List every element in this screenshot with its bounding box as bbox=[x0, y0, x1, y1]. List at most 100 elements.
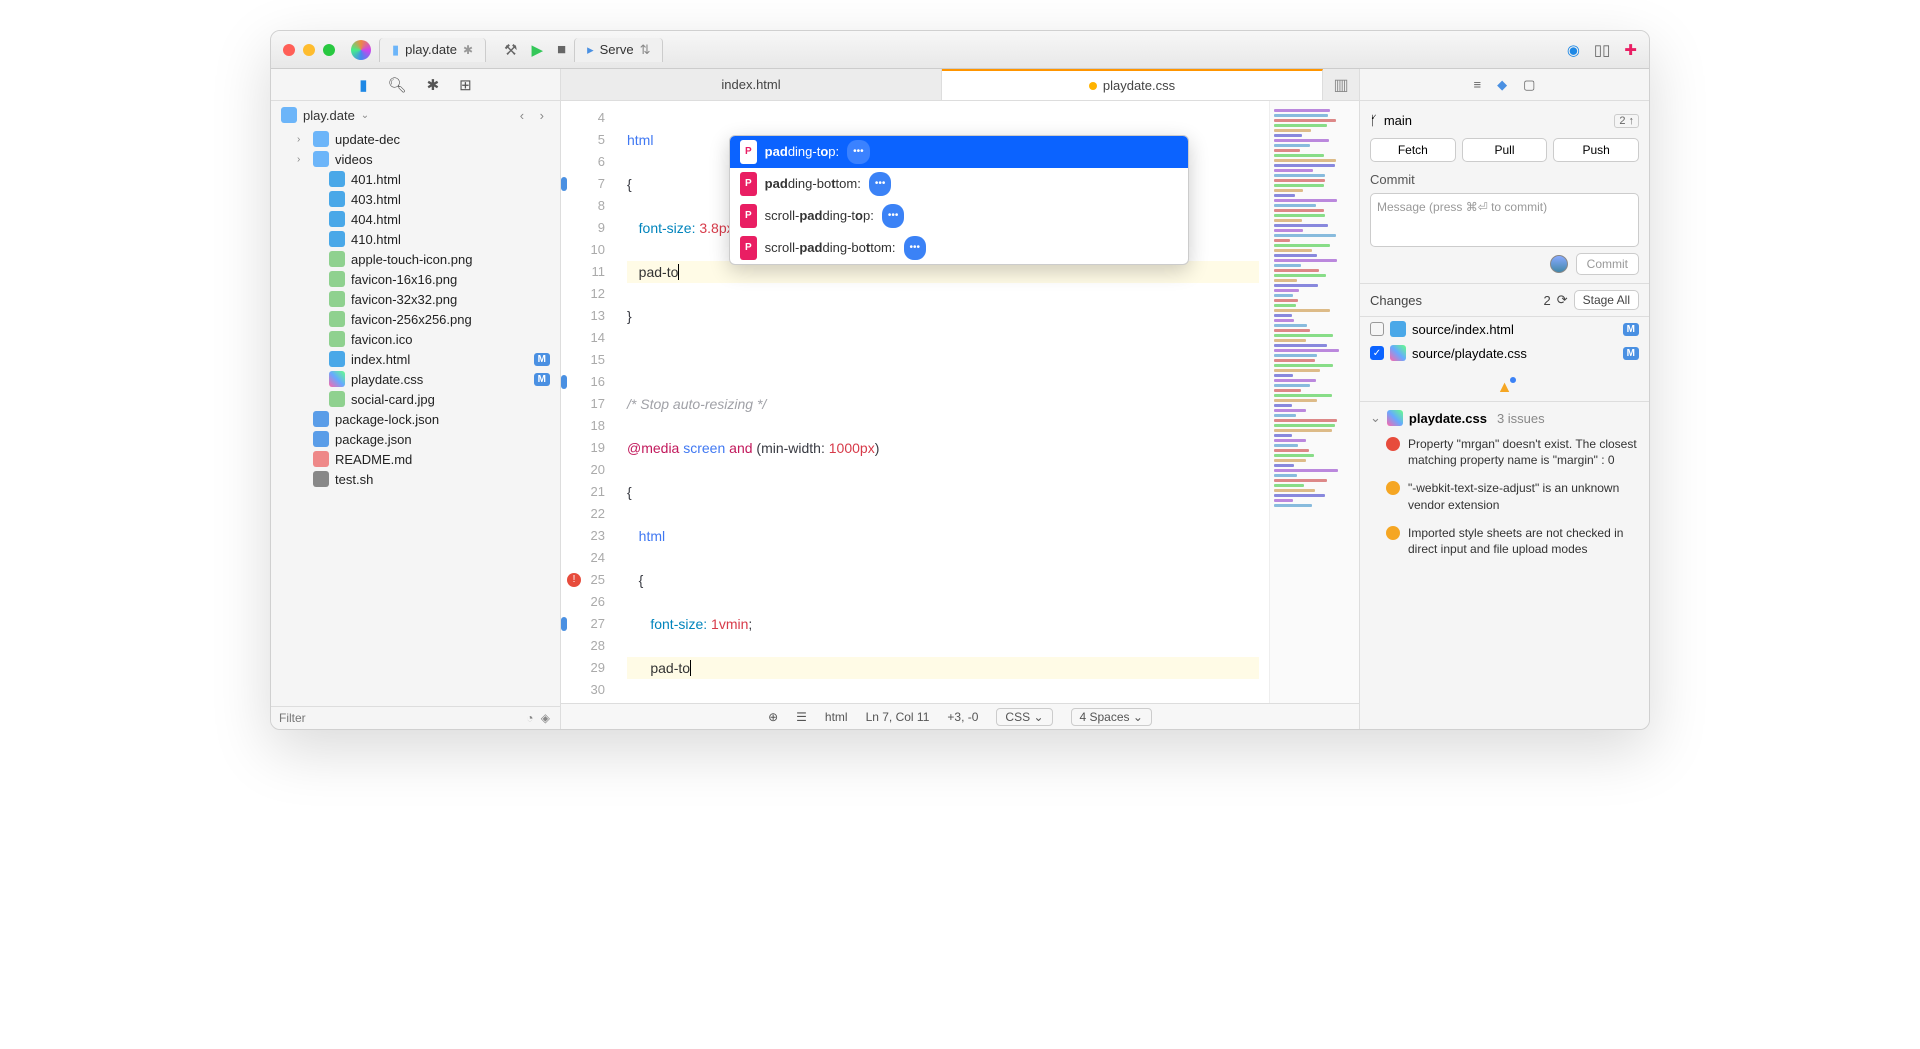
ico-icon bbox=[329, 331, 345, 347]
folder-icon[interactable]: ▮ bbox=[359, 76, 367, 94]
tree-item[interactable]: favicon-256x256.png bbox=[271, 309, 560, 329]
plus-icon[interactable]: ✚ bbox=[1624, 41, 1637, 59]
code-area[interactable]: html { font-size: 3.8px; pad-to } /* Sto… bbox=[617, 101, 1269, 703]
filter-icons[interactable]: ◔ ◈ bbox=[526, 711, 552, 725]
gear-icon[interactable]: ✱ bbox=[463, 43, 473, 57]
file-label: 410.html bbox=[351, 232, 401, 247]
tree-item[interactable]: README.md bbox=[271, 449, 560, 469]
tree-item[interactable]: package-lock.json bbox=[271, 409, 560, 429]
maximize-icon[interactable] bbox=[323, 44, 335, 56]
tree-item[interactable]: test.sh bbox=[271, 469, 560, 489]
editor-pane: index.html playdate.css ▥ 456 7 8910 111… bbox=[561, 69, 1359, 729]
tab-playdate-css[interactable]: playdate.css bbox=[942, 69, 1323, 100]
autocomplete-item[interactable]: Ppadding-bottom: ••• bbox=[730, 168, 1188, 200]
tab-index-html[interactable]: index.html bbox=[561, 69, 942, 100]
folder-icon bbox=[313, 151, 329, 167]
file-label: favicon.ico bbox=[351, 332, 412, 347]
tree-item[interactable]: 410.html bbox=[271, 229, 560, 249]
commit-message-input[interactable]: Message (press ⌘⏎ to commit) bbox=[1370, 193, 1639, 247]
sidebar-project-header[interactable]: play.date ⌄ ‹ › bbox=[271, 101, 560, 129]
align-icon[interactable]: ≡ bbox=[1474, 77, 1482, 92]
tree-item[interactable]: ›videos bbox=[271, 149, 560, 169]
stop-icon[interactable]: ■ bbox=[557, 41, 566, 58]
status-language[interactable]: CSS ⌄ bbox=[996, 708, 1052, 726]
tree-item[interactable]: apple-touch-icon.png bbox=[271, 249, 560, 269]
file-label: apple-touch-icon.png bbox=[351, 252, 472, 267]
sh-icon bbox=[313, 471, 329, 487]
issues-header[interactable]: ⌄ playdate.css 3 issues bbox=[1370, 410, 1639, 426]
changes-header: Changes 2 ⟳ Stage All bbox=[1360, 283, 1649, 317]
tree-item[interactable]: playdate.cssM bbox=[271, 369, 560, 389]
file-label: favicon-16x16.png bbox=[351, 272, 457, 287]
avatar[interactable] bbox=[1550, 255, 1568, 273]
hammer-icon[interactable]: ⚒ bbox=[504, 41, 517, 59]
property-icon: P bbox=[740, 204, 757, 228]
file-tree[interactable]: ›update-dec›videos401.html403.html404.ht… bbox=[271, 129, 560, 706]
autocomplete-popup[interactable]: Ppadding-top: •••Ppadding-bottom: •••Psc… bbox=[729, 135, 1189, 265]
autocomplete-item[interactable]: Pscroll-padding-top: ••• bbox=[730, 200, 1188, 232]
warning-icon bbox=[1386, 481, 1400, 495]
status-indent[interactable]: 4 Spaces ⌄ bbox=[1071, 708, 1152, 726]
tree-item[interactable]: 401.html bbox=[271, 169, 560, 189]
issue-item[interactable]: Imported style sheets are not checked in… bbox=[1370, 521, 1639, 565]
pull-button[interactable]: Pull bbox=[1462, 138, 1548, 162]
status-position[interactable]: Ln 7, Col 11 bbox=[866, 710, 930, 724]
minimap[interactable] bbox=[1269, 101, 1359, 703]
autocomplete-item[interactable]: Pscroll-padding-bottom: ••• bbox=[730, 232, 1188, 264]
serve-scheme[interactable]: ▸ Serve ⇅ bbox=[574, 38, 663, 62]
editor-body[interactable]: 456 7 8910 11121314 1516 171819 20212223… bbox=[561, 101, 1359, 703]
asterisk-icon[interactable]: ✱ bbox=[427, 76, 440, 94]
chevron-right-icon: ▸ bbox=[587, 42, 594, 58]
terminal-icon[interactable]: ▢ bbox=[1523, 77, 1535, 93]
tree-item[interactable]: favicon-16x16.png bbox=[271, 269, 560, 289]
change-item[interactable]: ✓source/playdate.cssM bbox=[1360, 341, 1649, 365]
tree-item[interactable]: 403.html bbox=[271, 189, 560, 209]
checkbox[interactable]: ✓ bbox=[1370, 346, 1384, 360]
tree-item[interactable]: package.json bbox=[271, 429, 560, 449]
issue-item[interactable]: "-webkit-text-size-adjust" is an unknown… bbox=[1370, 476, 1639, 520]
tree-item[interactable]: favicon-32x32.png bbox=[271, 289, 560, 309]
play-icon[interactable]: ▶ bbox=[531, 41, 543, 59]
globe-icon[interactable]: ⊕ bbox=[768, 710, 778, 724]
checkbox[interactable] bbox=[1370, 322, 1384, 336]
autocomplete-item[interactable]: Ppadding-top: ••• bbox=[730, 136, 1188, 168]
eye-icon[interactable]: ◉ bbox=[1567, 41, 1580, 59]
titlebar-project-tab[interactable]: ▮ play.date ✱ bbox=[379, 38, 486, 62]
more-icon: ••• bbox=[882, 204, 905, 228]
filter-input[interactable] bbox=[279, 711, 526, 725]
fetch-button[interactable]: Fetch bbox=[1370, 138, 1456, 162]
folder-icon: ▮ bbox=[392, 42, 399, 58]
issue-item[interactable]: Property "mrgan" doesn't exist. The clos… bbox=[1370, 432, 1639, 476]
tree-item[interactable]: ›update-dec bbox=[271, 129, 560, 149]
sidebar-toolbar: ▮ 🔍︎ ✱ ⊞ bbox=[271, 69, 560, 101]
png-icon bbox=[329, 271, 345, 287]
property-icon: P bbox=[740, 140, 757, 164]
split-view-icon[interactable]: ▥ bbox=[1323, 69, 1359, 100]
tree-item[interactable]: favicon.ico bbox=[271, 329, 560, 349]
grid-icon[interactable]: ⊞ bbox=[459, 76, 472, 94]
modified-badge: M bbox=[534, 373, 550, 386]
status-scope[interactable]: html bbox=[825, 710, 848, 724]
commit-button[interactable]: Commit bbox=[1576, 253, 1639, 275]
css-icon bbox=[1387, 410, 1403, 426]
issues-indicator[interactable]: ▲ bbox=[1360, 365, 1649, 401]
panels-icon[interactable]: ▯▯ bbox=[1594, 41, 1611, 59]
git-section: ᚶ main 2 ↑ Fetch Pull Push Commit Messag… bbox=[1360, 101, 1649, 283]
breadcrumb-icon[interactable]: ☰ bbox=[796, 710, 807, 724]
change-item[interactable]: source/index.htmlM bbox=[1360, 317, 1649, 341]
file-label: index.html bbox=[351, 352, 410, 367]
nav-chevrons[interactable]: ‹ › bbox=[520, 108, 550, 123]
close-icon[interactable] bbox=[283, 44, 295, 56]
refresh-icon[interactable]: ⟳ bbox=[1557, 292, 1568, 308]
tree-item[interactable]: social-card.jpg bbox=[271, 389, 560, 409]
search-icon[interactable]: 🔍︎ bbox=[388, 76, 407, 94]
branch-selector[interactable]: ᚶ main 2 ↑ bbox=[1370, 109, 1639, 132]
tree-item[interactable]: index.htmlM bbox=[271, 349, 560, 369]
git-icon[interactable]: ◆ bbox=[1497, 77, 1507, 93]
stage-all-button[interactable]: Stage All bbox=[1574, 290, 1639, 310]
push-button[interactable]: Push bbox=[1553, 138, 1639, 162]
change-path: source/playdate.css bbox=[1412, 346, 1527, 361]
minimize-icon[interactable] bbox=[303, 44, 315, 56]
error-icon[interactable]: ! bbox=[567, 573, 581, 587]
tree-item[interactable]: 404.html bbox=[271, 209, 560, 229]
